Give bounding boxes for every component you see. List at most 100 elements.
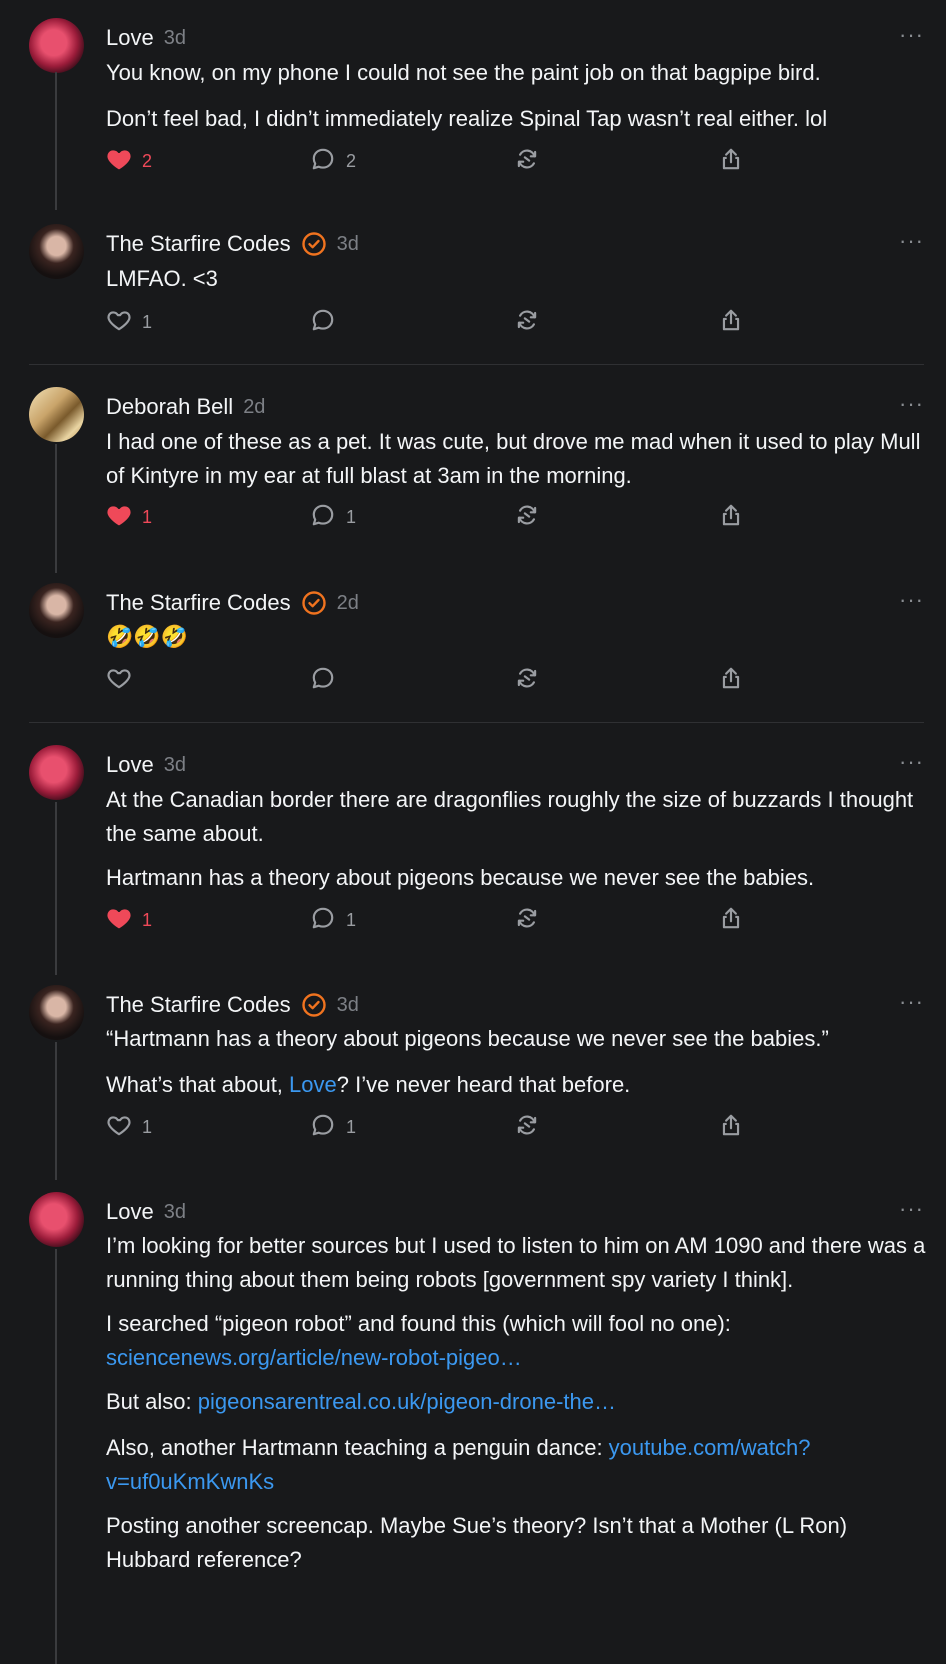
more-icon[interactable]: ··· bbox=[899, 230, 924, 252]
more-icon[interactable]: ··· bbox=[899, 24, 924, 46]
avatar[interactable] bbox=[29, 387, 84, 442]
post-time[interactable]: 2d bbox=[243, 396, 265, 419]
comment-icon bbox=[310, 1112, 336, 1143]
avatar[interactable] bbox=[29, 1192, 84, 1247]
post-text: I searched “pigeon robot” and found this… bbox=[106, 1307, 926, 1375]
heart-icon bbox=[106, 665, 132, 696]
like-button[interactable]: 1 bbox=[106, 1112, 152, 1142]
action-bar: 22 bbox=[106, 146, 766, 176]
action-bar: 11 bbox=[106, 1112, 766, 1142]
share-button[interactable] bbox=[718, 665, 744, 695]
heart-icon bbox=[106, 905, 132, 936]
comment-icon bbox=[310, 307, 336, 338]
more-icon[interactable]: ··· bbox=[899, 991, 924, 1013]
heart-icon bbox=[106, 307, 132, 338]
text-segment: Also, another Hartmann teaching a pengui… bbox=[106, 1435, 609, 1460]
like-count: 2 bbox=[142, 150, 153, 171]
post-text: Hartmann has a theory about pigeons beca… bbox=[106, 861, 926, 895]
post-header: Love 3d bbox=[106, 749, 186, 781]
post-time[interactable]: 3d bbox=[337, 233, 359, 256]
post-time[interactable]: 2d bbox=[337, 592, 359, 615]
reply-button[interactable] bbox=[310, 307, 346, 337]
comment-icon bbox=[310, 146, 336, 177]
post-text: At the Canadian border there are dragonf… bbox=[106, 783, 926, 851]
more-icon[interactable]: ··· bbox=[899, 589, 924, 611]
reply-button[interactable]: 1 bbox=[310, 905, 356, 935]
post-time[interactable]: 3d bbox=[337, 994, 359, 1017]
more-icon[interactable]: ··· bbox=[899, 393, 924, 415]
post-header: Love 3d bbox=[106, 22, 186, 54]
post-link[interactable]: sciencenews.org/article/new-robot-pigeo… bbox=[106, 1345, 522, 1370]
share-icon bbox=[718, 146, 744, 177]
like-count: 1 bbox=[142, 909, 153, 930]
repost-button[interactable] bbox=[514, 307, 540, 337]
more-icon[interactable]: ··· bbox=[899, 751, 924, 773]
verified-badge-icon bbox=[301, 992, 327, 1018]
avatar[interactable] bbox=[29, 224, 84, 279]
repost-button[interactable] bbox=[514, 146, 540, 176]
like-button[interactable]: 1 bbox=[106, 502, 152, 532]
share-icon bbox=[718, 665, 744, 696]
author-name[interactable]: Love bbox=[106, 25, 154, 51]
author-name[interactable]: The Starfire Codes bbox=[106, 231, 291, 257]
post-time[interactable]: 3d bbox=[164, 1201, 186, 1224]
post-text: Also, another Hartmann teaching a pengui… bbox=[106, 1431, 926, 1499]
author-name[interactable]: Love bbox=[106, 1199, 154, 1225]
thread-line bbox=[55, 72, 57, 210]
post-time[interactable]: 3d bbox=[164, 27, 186, 50]
action-bar: 1 bbox=[106, 307, 766, 337]
share-icon bbox=[718, 1112, 744, 1143]
post-text: 🤣🤣🤣 bbox=[106, 620, 926, 654]
share-button[interactable] bbox=[718, 307, 744, 337]
post-text: You know, on my phone I could not see th… bbox=[106, 56, 926, 90]
text-segment: What’s that about, bbox=[106, 1072, 290, 1097]
share-icon bbox=[718, 307, 744, 338]
author-name[interactable]: The Starfire Codes bbox=[106, 590, 291, 616]
heart-icon bbox=[106, 502, 132, 533]
post-link[interactable]: Love bbox=[289, 1072, 337, 1097]
reply-button[interactable]: 2 bbox=[310, 146, 356, 176]
avatar[interactable] bbox=[29, 583, 84, 638]
author-name[interactable]: Love bbox=[106, 752, 154, 778]
like-button[interactable] bbox=[106, 665, 142, 695]
repost-icon bbox=[514, 502, 540, 533]
post-link[interactable]: pigeonsarentreal.co.uk/pigeon-drone-the… bbox=[198, 1389, 616, 1414]
author-name[interactable]: The Starfire Codes bbox=[106, 992, 291, 1018]
repost-button[interactable] bbox=[514, 1112, 540, 1142]
post-header: The Starfire Codes 3d bbox=[106, 989, 359, 1021]
reply-button[interactable]: 1 bbox=[310, 1112, 356, 1142]
repost-button[interactable] bbox=[514, 665, 540, 695]
post-time[interactable]: 3d bbox=[164, 754, 186, 777]
like-count: 1 bbox=[142, 1116, 153, 1137]
share-icon bbox=[718, 502, 744, 533]
post-text: Don’t feel bad, I didn’t immediately rea… bbox=[106, 102, 926, 136]
action-bar bbox=[106, 665, 766, 695]
repost-button[interactable] bbox=[514, 905, 540, 935]
text-segment: Don’t feel bad, I didn’t immediately rea… bbox=[106, 106, 828, 131]
avatar[interactable] bbox=[29, 985, 84, 1040]
avatar[interactable] bbox=[29, 18, 84, 73]
reply-button[interactable] bbox=[310, 665, 346, 695]
heart-icon bbox=[106, 146, 132, 177]
more-icon[interactable]: ··· bbox=[899, 1198, 924, 1220]
text-segment: You know, on my phone I could not see th… bbox=[106, 60, 821, 85]
thread-line bbox=[55, 444, 57, 573]
avatar[interactable] bbox=[29, 745, 84, 800]
heart-icon bbox=[106, 1112, 132, 1143]
like-button[interactable]: 2 bbox=[106, 146, 152, 176]
action-bar: 11 bbox=[106, 502, 766, 532]
repost-button[interactable] bbox=[514, 502, 540, 532]
post-text: LMFAO. <3 bbox=[106, 262, 926, 296]
reply-button[interactable]: 1 bbox=[310, 502, 356, 532]
author-name[interactable]: Deborah Bell bbox=[106, 394, 233, 420]
share-button[interactable] bbox=[718, 1112, 744, 1142]
post-text: I had one of these as a pet. It was cute… bbox=[106, 425, 926, 493]
thread-line bbox=[55, 1042, 57, 1180]
share-button[interactable] bbox=[718, 146, 744, 176]
share-button[interactable] bbox=[718, 905, 744, 935]
share-button[interactable] bbox=[718, 502, 744, 532]
like-button[interactable]: 1 bbox=[106, 905, 152, 935]
repost-icon bbox=[514, 146, 540, 177]
reply-count: 1 bbox=[346, 506, 357, 527]
like-button[interactable]: 1 bbox=[106, 307, 152, 337]
